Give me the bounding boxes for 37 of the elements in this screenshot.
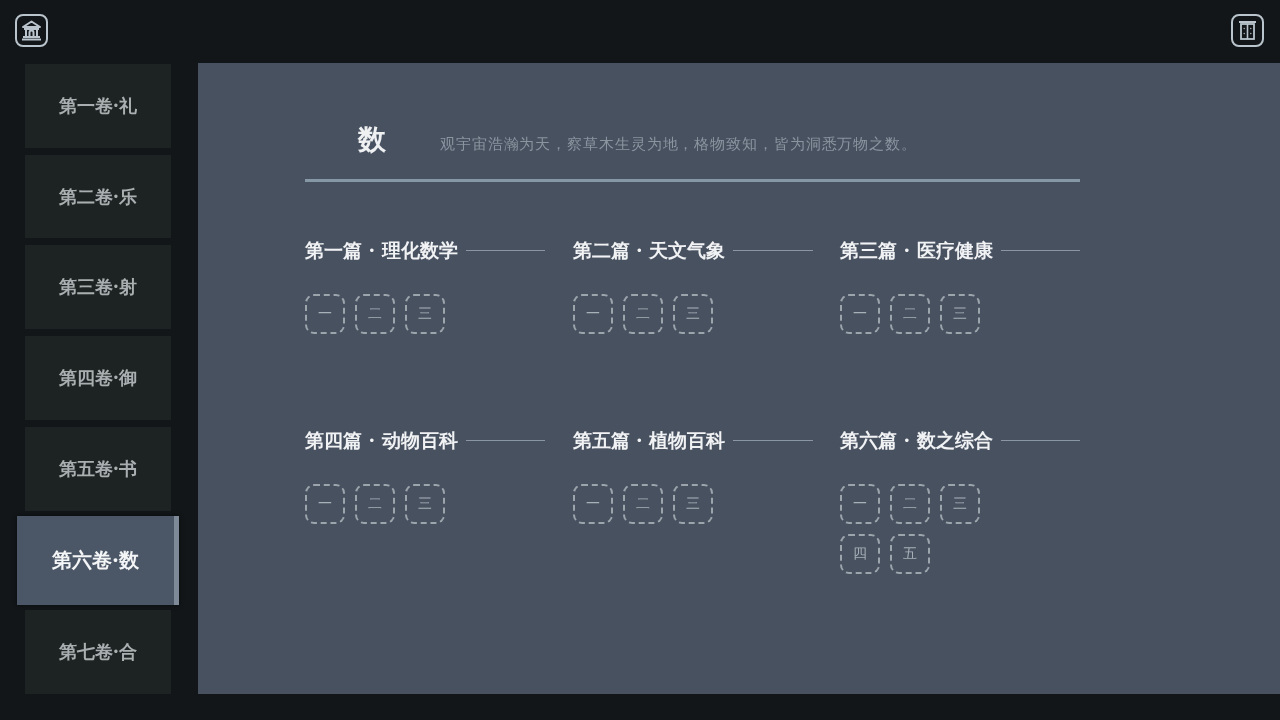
volume-tab[interactable]: 第二卷·乐: [25, 154, 171, 239]
page-title: 数: [358, 123, 387, 157]
lesson-tile[interactable]: 二: [890, 484, 930, 524]
section-title: 第一篇 · 理化数学: [305, 239, 458, 261]
lesson-tile[interactable]: 三: [940, 294, 980, 334]
lesson-tile[interactable]: 三: [672, 294, 713, 334]
lesson-tile[interactable]: 三: [672, 484, 713, 524]
volume-tab[interactable]: 第五卷·书: [25, 426, 171, 511]
lesson-tile[interactable]: 二: [355, 294, 395, 334]
section-title: 第六篇 · 数之综合: [840, 429, 993, 451]
building-icon[interactable]: [15, 14, 48, 47]
section-title: 第五篇 · 植物百科: [572, 429, 726, 451]
volume-tab[interactable]: 第六卷·数: [17, 515, 179, 606]
section-title: 第三篇 · 医疗健康: [840, 239, 993, 261]
lesson-tile[interactable]: 一: [840, 294, 880, 334]
lesson-tile[interactable]: 二: [622, 294, 663, 334]
lesson-tile[interactable]: 一: [840, 484, 880, 524]
lesson-tile[interactable]: 二: [355, 484, 395, 524]
lesson-tile[interactable]: 二: [890, 294, 930, 334]
volume-tab[interactable]: 第四卷·御: [25, 336, 171, 420]
lesson-tile[interactable]: 三: [405, 294, 445, 334]
volume-tab[interactable]: 第三卷·射: [25, 245, 171, 330]
lesson-tile[interactable]: 二: [622, 484, 663, 524]
volume-tab[interactable]: 第一卷·礼: [25, 64, 171, 148]
lesson-tile[interactable]: 五: [890, 534, 930, 574]
section-title: 第四篇 · 动物百科: [305, 429, 458, 451]
section-title: 第二篇 · 天文气象: [572, 239, 726, 261]
volume-tab[interactable]: 第七卷·合: [25, 610, 171, 694]
lesson-tile[interactable]: 一: [305, 484, 345, 524]
page-description: 观宇宙浩瀚为天，察草木生灵为地，格物致知，皆为洞悉万物之数。: [440, 134, 917, 154]
lesson-tile[interactable]: 一: [572, 294, 613, 334]
lesson-tile[interactable]: 三: [940, 484, 980, 524]
lesson-tile[interactable]: 一: [305, 294, 345, 334]
lesson-tile[interactable]: 四: [840, 534, 880, 574]
lesson-tile[interactable]: 一: [572, 484, 613, 524]
cabinet-icon[interactable]: [1231, 14, 1264, 47]
lesson-tile[interactable]: 三: [405, 484, 445, 524]
